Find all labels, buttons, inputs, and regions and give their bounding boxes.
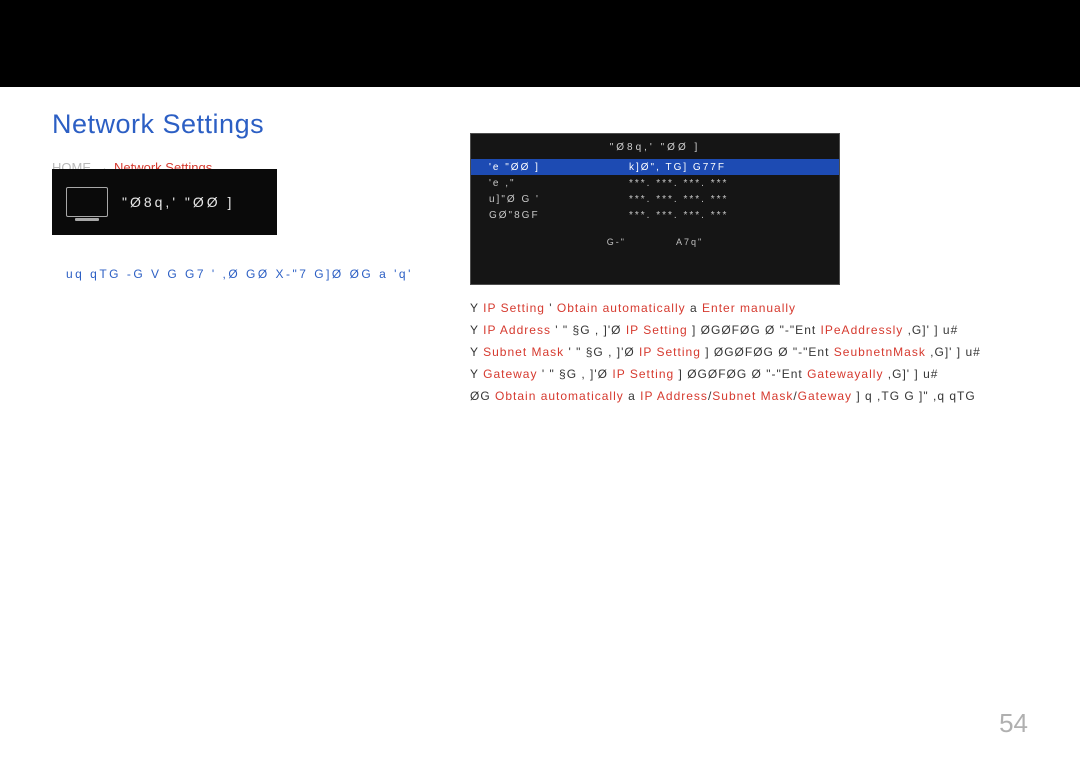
t: Y <box>470 367 483 381</box>
t: IP Address <box>640 389 708 403</box>
t: ØG <box>470 389 495 403</box>
osd-footer: G-" A7q" <box>471 237 839 247</box>
sub-note: uq qTG -G V G G7 ' ,Ø GØ X-"7 G]Ø ØG a '… <box>66 267 413 281</box>
t: IPeAddressly <box>821 323 904 337</box>
t: ' " §G , ]'Ø <box>569 345 640 359</box>
page-number: 54 <box>999 708 1028 739</box>
t: IP Setting <box>483 301 545 315</box>
t: ] ØGØFØG Ø "-"Ent <box>705 345 829 359</box>
t: Y <box>470 345 483 359</box>
osd-row-ipsetting[interactable]: 'e "ØØ ] k]Ø", TG] G77F <box>471 159 839 175</box>
t: IP Setting <box>612 367 674 381</box>
t: ,G]' ] u# <box>888 367 939 381</box>
t: ' " §G , ]'Ø <box>542 367 613 381</box>
osd-row-subnet[interactable]: u]"Ø G ' ***. ***. ***. *** <box>471 191 839 207</box>
t: IP Setting <box>639 345 701 359</box>
content-area: Network Settings HOME → Network Settings… <box>0 87 1080 197</box>
t: a <box>690 301 702 315</box>
t: Obtain automatically <box>495 389 624 403</box>
t: Subnet Mask <box>712 389 793 403</box>
osd-label: GØ"8GF <box>489 210 629 221</box>
t: ] q ,TG G ]" ,q qTG <box>856 389 975 403</box>
t: Enter manually <box>702 301 796 315</box>
osd-row-ip[interactable]: 'e ," ***. ***. ***. *** <box>471 175 839 191</box>
t: ] ØGØFØG Ø "-"Ent <box>679 367 803 381</box>
t: Obtain automatically <box>557 301 686 315</box>
osd-label: 'e ," <box>489 178 629 189</box>
instr-line-4: Y Gateway ' " §G , ]'Ø IP Setting ] ØGØF… <box>470 363 1030 385</box>
laptop-icon <box>66 187 108 217</box>
osd-footer-left[interactable]: G-" <box>607 237 626 247</box>
instr-line-1: Y IP Setting ' Obtain automatically a En… <box>470 297 1030 319</box>
t: a <box>628 389 640 403</box>
t: Y <box>470 301 483 315</box>
osd-row-gateway[interactable]: GØ"8GF ***. ***. ***. *** <box>471 207 839 223</box>
t: SeubnetnMask <box>834 345 926 359</box>
t: IP Setting <box>626 323 688 337</box>
t: IP Address <box>483 323 551 337</box>
device-box: "Ø8q,' "ØØ ] <box>52 169 277 235</box>
t: ] ØGØFØG Ø "-"Ent <box>692 323 816 337</box>
instr-line-5: ØG Obtain automatically a IP Address/Sub… <box>470 385 1030 407</box>
instr-line-3: Y Subnet Mask ' " §G , ]'Ø IP Setting ] … <box>470 341 1030 363</box>
t: Gatewayally <box>807 367 883 381</box>
osd-panel: "Ø8q,' "ØØ ] 'e "ØØ ] k]Ø", TG] G77F 'e … <box>470 133 840 285</box>
t: Gateway <box>798 389 852 403</box>
t: ,G]' ] u# <box>930 345 981 359</box>
t: Gateway <box>483 367 537 381</box>
t: ' <box>549 301 557 315</box>
osd-label: u]"Ø G ' <box>489 194 629 205</box>
osd-label: 'e "ØØ ] <box>489 162 629 173</box>
device-label: "Ø8q,' "ØØ ] <box>122 194 234 210</box>
osd-value: ***. ***. ***. *** <box>629 210 728 221</box>
t: ' " §G , ]'Ø <box>555 323 626 337</box>
osd-value: k]Ø", TG] G77F <box>629 162 726 173</box>
t: Subnet Mask <box>483 345 564 359</box>
osd-value: ***. ***. ***. *** <box>629 178 728 189</box>
t: Y <box>470 323 483 337</box>
instructions: Y IP Setting ' Obtain automatically a En… <box>470 297 1030 407</box>
top-black-bar <box>0 0 1080 87</box>
osd-value: ***. ***. ***. *** <box>629 194 728 205</box>
osd-title: "Ø8q,' "ØØ ] <box>471 142 839 159</box>
instr-line-2: Y IP Address ' " §G , ]'Ø IP Setting ] Ø… <box>470 319 1030 341</box>
osd-footer-right[interactable]: A7q" <box>676 237 703 247</box>
t: ,G]' ] u# <box>908 323 959 337</box>
